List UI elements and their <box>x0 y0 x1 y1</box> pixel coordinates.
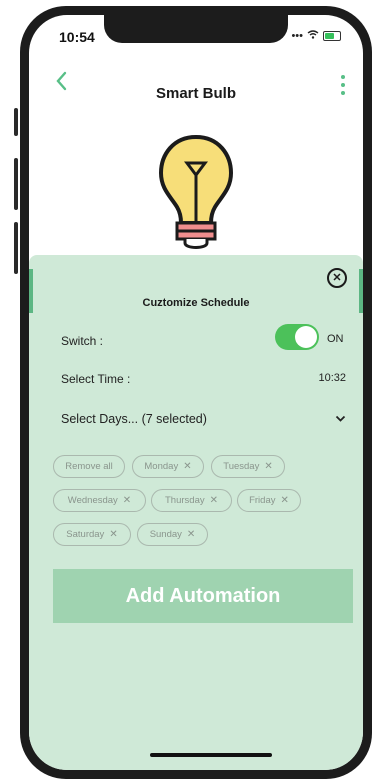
close-icon[interactable]: ✕ <box>327 268 347 288</box>
days-select[interactable]: Select Days... (7 selected) <box>61 410 346 430</box>
add-automation-button[interactable]: Add Automation <box>53 569 353 623</box>
chip-label: Tuesday <box>223 461 260 472</box>
time-label: Select Time : <box>61 372 131 386</box>
chip-friday[interactable]: Friday ✕ <box>237 489 301 512</box>
chip-label: Sunday <box>149 529 182 540</box>
close-icon[interactable]: ✕ <box>123 495 131 506</box>
days-select-label: Select Days... (7 selected) <box>61 412 207 426</box>
chip-monday[interactable]: Monday ✕ <box>132 455 204 478</box>
chip-tuesday[interactable]: Tuesday ✕ <box>211 455 285 478</box>
panel-content: ✕ Cuztomize Schedule Switch : ON Select … <box>29 15 363 770</box>
close-icon[interactable]: ✕ <box>264 461 272 472</box>
chip-sunday[interactable]: Sunday ✕ <box>137 523 208 546</box>
volume-down-button <box>14 222 18 274</box>
mute-switch <box>14 108 18 136</box>
chip-label: Thursday <box>165 495 205 506</box>
close-icon[interactable]: ✕ <box>183 461 191 472</box>
close-icon[interactable]: ✕ <box>210 495 218 506</box>
time-value[interactable]: 10:32 <box>318 372 346 384</box>
close-icon[interactable]: ✕ <box>187 529 195 540</box>
chip-label: Saturday <box>66 529 105 540</box>
volume-up-button <box>14 158 18 210</box>
toggle-knob <box>295 326 317 348</box>
switch-toggle[interactable] <box>275 324 319 350</box>
chevron-down-icon <box>335 410 346 426</box>
chip-remove-all[interactable]: Remove all <box>53 455 125 478</box>
panel-subtitle: Cuztomize Schedule <box>142 297 250 309</box>
chip-wednesday[interactable]: Wednesday ✕ <box>53 489 146 512</box>
chip-label: Wednesday <box>67 495 118 506</box>
chip-thursday[interactable]: Thursday ✕ <box>151 489 232 512</box>
close-icon[interactable]: ✕ <box>281 495 289 506</box>
close-icon[interactable]: ✕ <box>109 529 117 540</box>
home-indicator <box>150 753 272 757</box>
chip-saturday[interactable]: Saturday ✕ <box>53 523 131 546</box>
chip-label: Monday <box>144 461 179 472</box>
chip-label: Remove all <box>65 461 113 472</box>
switch-state-label: ON <box>327 333 344 345</box>
switch-label: Switch : <box>61 334 104 348</box>
chip-label: Friday <box>249 495 276 506</box>
